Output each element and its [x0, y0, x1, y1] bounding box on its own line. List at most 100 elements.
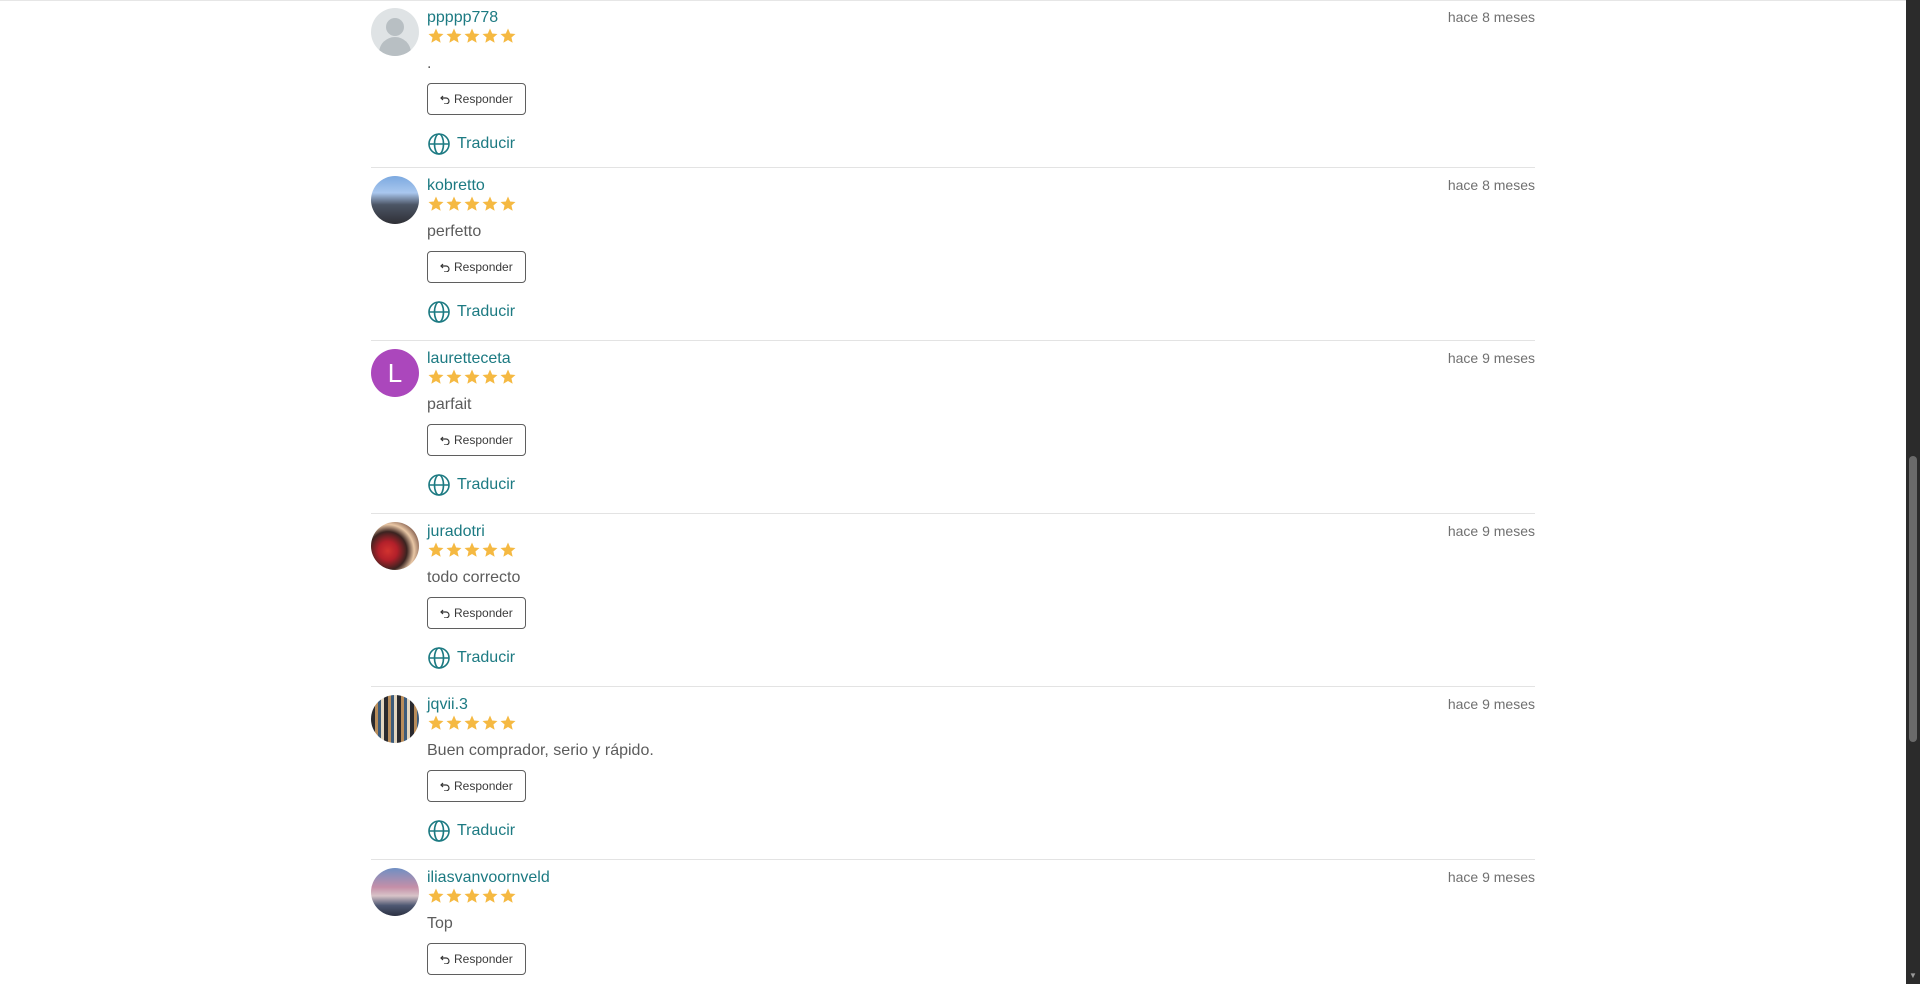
translate-link[interactable]: Traducir [427, 646, 515, 670]
review-timestamp: hace 9 meses [1447, 350, 1535, 366]
translate-label: Traducir [457, 649, 516, 666]
review-item: jqvii.3 hace 9 meses Buen comprador, ser… [371, 687, 1535, 860]
reply-button[interactable]: Responder [427, 770, 526, 802]
undo-arrow-icon [440, 263, 450, 272]
translate-link[interactable]: Traducir [427, 132, 515, 156]
star-icon [482, 196, 498, 211]
translate-label: Traducir [457, 303, 516, 320]
username-link[interactable]: iliasvanvoornveld [427, 869, 550, 887]
globe-icon [428, 647, 450, 669]
review-timestamp: hace 9 meses [1447, 696, 1535, 712]
username-link[interactable]: ppppp778 [427, 9, 498, 27]
star-icon [500, 196, 516, 211]
avatar[interactable] [371, 8, 419, 56]
avatar[interactable] [371, 176, 419, 224]
star-icon [446, 28, 462, 43]
star-icon [464, 542, 480, 557]
review-item: L lauretteceta hace 9 meses parfait Resp… [371, 341, 1535, 514]
star-icon [428, 196, 444, 211]
translate-label: Traducir [457, 135, 516, 152]
reply-button[interactable]: Responder [427, 251, 526, 283]
star-icon [464, 196, 480, 211]
scrollbar-thumb[interactable] [1909, 456, 1917, 742]
star-icon [482, 715, 498, 730]
reply-button[interactable]: Responder [427, 83, 526, 115]
reply-button-label: Responder [454, 779, 513, 793]
star-icon [464, 28, 480, 43]
star-icon [446, 542, 462, 557]
review-timestamp: hace 9 meses [1447, 869, 1535, 885]
star-icon [428, 369, 444, 384]
reply-button-label: Responder [454, 260, 513, 274]
star-rating [427, 887, 517, 905]
review-comment: Buen comprador, serio y rápido. [427, 742, 654, 759]
undo-arrow-icon [440, 436, 450, 445]
avatar[interactable] [371, 695, 419, 743]
translate-label: Traducir [457, 822, 516, 839]
undo-arrow-icon [440, 95, 450, 104]
star-icon [500, 28, 516, 43]
star-icon [428, 28, 444, 43]
reply-button-label: Responder [454, 606, 513, 620]
star-icon [446, 715, 462, 730]
star-rating [427, 714, 517, 732]
undo-arrow-icon [440, 782, 450, 791]
translate-label: Traducir [457, 476, 516, 493]
reply-button[interactable]: Responder [427, 597, 526, 629]
username-link[interactable]: kobretto [427, 177, 485, 195]
review-timestamp: hace 8 meses [1447, 9, 1535, 25]
star-rating [427, 541, 517, 559]
star-rating [427, 368, 517, 386]
undo-arrow-icon [440, 609, 450, 618]
avatar[interactable]: L [371, 349, 419, 397]
username-link[interactable]: juradotri [427, 523, 485, 541]
review-item: ppppp778 hace 8 meses . Responder Traduc… [371, 0, 1535, 168]
globe-icon [428, 133, 450, 155]
star-icon [500, 715, 516, 730]
star-icon [428, 542, 444, 557]
scroll-down-arrow-icon[interactable]: ▼ [1909, 971, 1917, 980]
star-icon [500, 369, 516, 384]
review-comment: perfetto [427, 223, 482, 240]
avatar[interactable] [371, 522, 419, 570]
undo-arrow-icon [440, 955, 450, 964]
translate-link[interactable]: Traducir [427, 473, 515, 497]
reply-button-label: Responder [454, 92, 513, 106]
reply-button-label: Responder [454, 952, 513, 966]
review-comment: todo correcto [427, 569, 521, 586]
review-comment: . [427, 55, 432, 72]
review-comment: Top [427, 915, 453, 932]
star-icon [500, 888, 516, 903]
star-icon [464, 715, 480, 730]
star-icon [482, 369, 498, 384]
username-link[interactable]: lauretteceta [427, 350, 511, 368]
username-link[interactable]: jqvii.3 [427, 696, 468, 714]
review-list: ppppp778 hace 8 meses . Responder Traduc… [371, 0, 1535, 984]
star-icon [500, 542, 516, 557]
avatar[interactable] [371, 868, 419, 916]
review-comment: parfait [427, 396, 472, 413]
star-icon [464, 369, 480, 384]
globe-icon [428, 820, 450, 842]
star-icon [482, 888, 498, 903]
vertical-scrollbar[interactable]: ▼ [1906, 0, 1920, 984]
review-item: iliasvanvoornveld hace 9 meses Top Respo… [371, 860, 1535, 984]
review-item: juradotri hace 9 meses todo correcto Res… [371, 514, 1535, 687]
star-icon [446, 196, 462, 211]
review-timestamp: hace 9 meses [1447, 523, 1535, 539]
review-item: kobretto hace 8 meses perfetto Responder… [371, 168, 1535, 341]
star-icon [482, 28, 498, 43]
reply-button-label: Responder [454, 433, 513, 447]
star-icon [482, 542, 498, 557]
reply-button[interactable]: Responder [427, 424, 526, 456]
star-icon [464, 888, 480, 903]
review-timestamp: hace 8 meses [1447, 177, 1535, 193]
reply-button[interactable]: Responder [427, 943, 526, 975]
globe-icon [428, 301, 450, 323]
star-icon [428, 715, 444, 730]
star-icon [428, 888, 444, 903]
globe-icon [428, 474, 450, 496]
star-rating [427, 27, 517, 45]
translate-link[interactable]: Traducir [427, 819, 515, 843]
translate-link[interactable]: Traducir [427, 300, 515, 324]
